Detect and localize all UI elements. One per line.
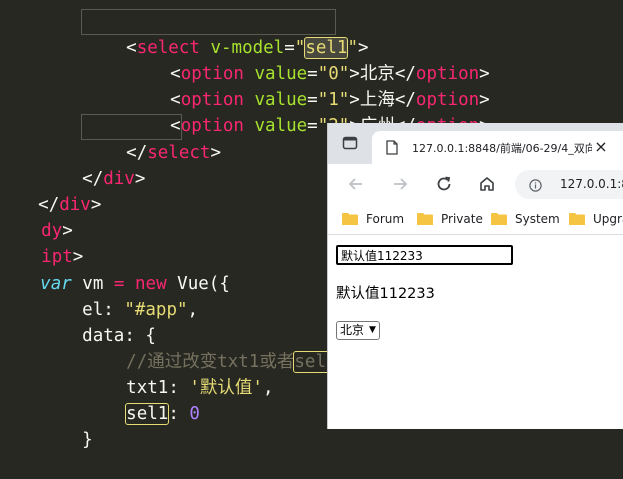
home-icon[interactable] (475, 172, 499, 196)
tab-bar: 127.0.0.1:8848/前端/06-29/4_双向 × (328, 123, 623, 164)
address-bar[interactable]: 127.0.0.1:8 (515, 170, 623, 199)
bookmark-label: Forum (366, 212, 405, 226)
code-line-close-div-1: </div> (82, 169, 146, 189)
bookmark-label: Private (441, 212, 483, 226)
close-icon[interactable]: × (592, 138, 610, 156)
bookmark-private[interactable]: Private (417, 210, 483, 228)
page-icon (386, 140, 398, 155)
tab-title: 127.0.0.1:8848/前端/06-29/4_双向 (412, 142, 592, 155)
code-line-comment: //通过改变txt1或者sel1, (126, 351, 347, 373)
bookmark-system[interactable]: System (491, 210, 560, 228)
bookmarks-bar: Forum Private System Upgra (328, 204, 623, 235)
code-line-sel1: sel1: 0 (125, 403, 200, 425)
code-line-el: el: "#app", (82, 300, 199, 320)
bookmark-forum[interactable]: Forum (342, 210, 404, 228)
bookmark-upgrade[interactable]: Upgra (569, 210, 623, 228)
folder-icon (569, 213, 585, 225)
code-line-option-1: <option value="1">上海</option> (170, 90, 490, 110)
bookmark-label: Upgra (593, 212, 623, 226)
code-line-data: data: { (82, 326, 156, 346)
code-line-brace: } (82, 430, 93, 450)
city-select[interactable]: 北京 ▼ (336, 321, 380, 340)
txt1-input[interactable] (336, 245, 513, 265)
folder-icon (417, 213, 433, 225)
info-icon[interactable] (529, 177, 542, 192)
code-line-select: <select v-model="sel1"> (126, 37, 369, 59)
browser-window: 127.0.0.1:8848/前端/06-29/4_双向 × 127.0.0.1… (327, 123, 623, 429)
reload-icon[interactable] (432, 172, 456, 196)
code-line-option-0: <option value="0">北京</option> (170, 64, 490, 84)
bookmark-label: System (515, 212, 560, 226)
code-line-close-div-2: </div> (38, 195, 102, 215)
chevron-down-icon: ▼ (369, 325, 376, 335)
code-line-txt1: txt1: '默认值', (126, 378, 274, 398)
code-line-close-script: ipt> (41, 247, 84, 267)
folder-icon (342, 213, 358, 225)
tab-active[interactable]: 127.0.0.1:8848/前端/06-29/4_双向 × (372, 131, 623, 164)
sel1-key-highlight: sel1 (125, 403, 170, 425)
url-text: 127.0.0.1:8 (560, 177, 623, 191)
select-value: 北京 (340, 323, 365, 337)
code-line-vm: var vm = new Vue({ (40, 274, 230, 294)
page-content: 默认值112233 北京 ▼ (328, 235, 623, 429)
txt1-display: 默认值112233 (336, 286, 435, 302)
code-line-close-body: dy> (41, 221, 73, 241)
forward-icon[interactable] (388, 172, 412, 196)
browser-toolbar: 127.0.0.1:8 (328, 164, 623, 204)
code-line-close-select: </select> (126, 143, 221, 163)
tab-actions-icon[interactable] (342, 135, 358, 151)
back-icon[interactable] (344, 172, 368, 196)
folder-icon (491, 213, 507, 225)
code-line-option-2: <option value="2">广州</option> (170, 116, 490, 136)
